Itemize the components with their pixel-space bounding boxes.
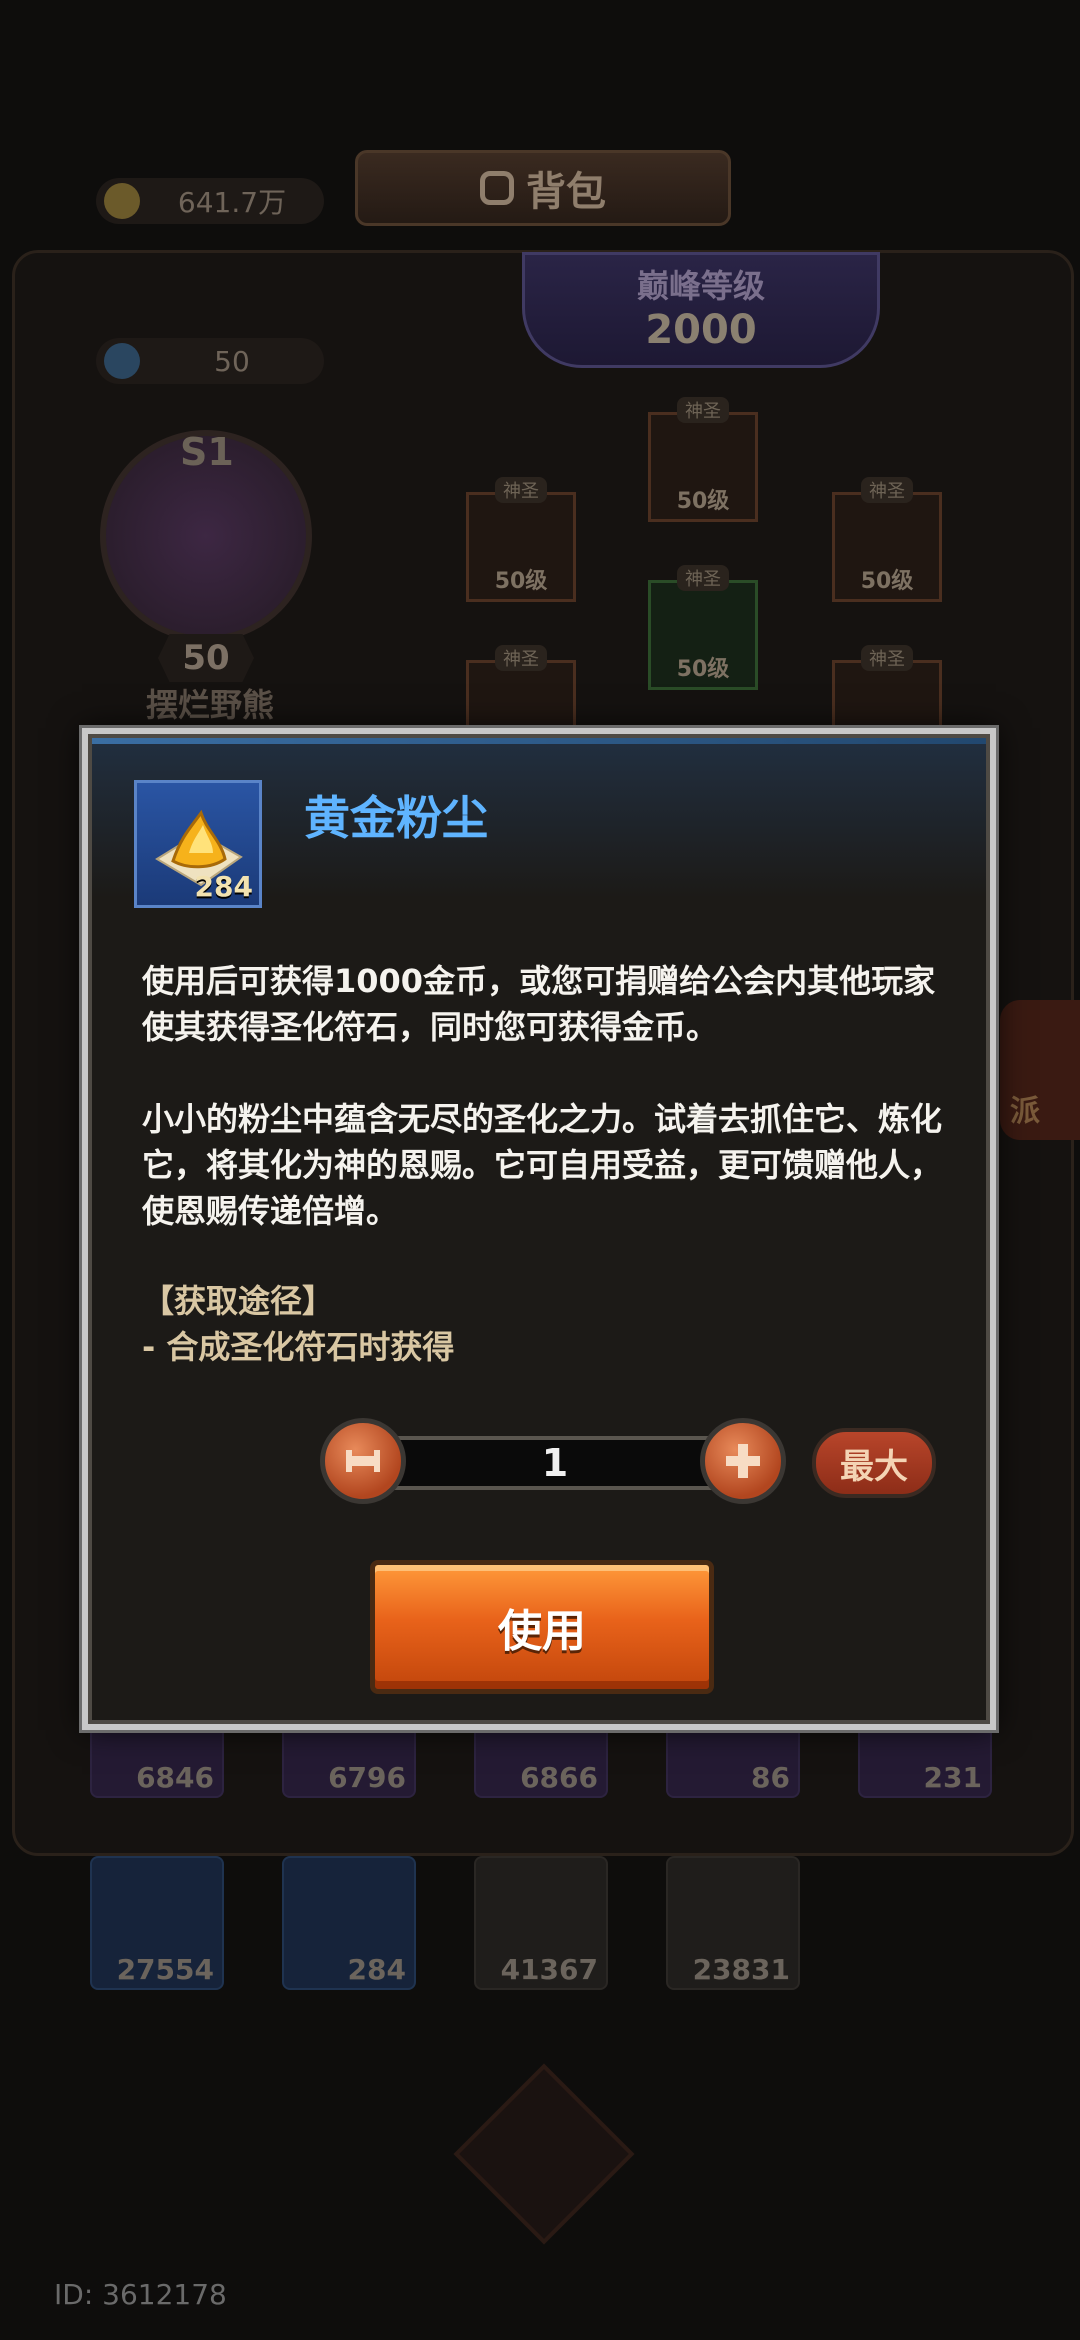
minus-icon (346, 1450, 380, 1472)
slot-level: 50级 (676, 657, 730, 682)
description-paragraph: 小小的粉尘中蕴含无尽的圣化之力。试着去抓住它、炼化它，将其化为神的恩赐。它可自用… (142, 1100, 943, 1230)
acquisition-section: 【获取途径】 - 合成圣化符石时获得 (142, 1278, 454, 1370)
gold-coin-icon (104, 183, 140, 219)
slot-level: 50级 (494, 569, 548, 594)
gem-icon (104, 343, 140, 379)
item-count: 284 (347, 1953, 406, 1986)
item-quantity: 284 (194, 870, 253, 903)
player-name: 摆烂野熊 (145, 686, 274, 724)
equipment-slot[interactable]: 神圣 50级 (648, 565, 758, 690)
faction-tab[interactable]: 派 (1000, 1000, 1080, 1140)
equipment-slot[interactable]: 神圣 50级 (466, 477, 576, 602)
slot-level: 50级 (676, 489, 730, 514)
bag-icon (480, 171, 514, 205)
item-count: 41367 (500, 1953, 598, 1986)
gold-counter: 641.7万 (96, 178, 324, 224)
gem-counter: 50 (96, 338, 324, 384)
gem-value: 50 (214, 344, 250, 378)
decrease-button[interactable] (320, 1418, 406, 1504)
quantity-value[interactable]: 1 (360, 1436, 750, 1490)
slot-level: 50级 (860, 569, 914, 594)
peak-level-value: 2000 (645, 307, 757, 353)
slot-badge: 神圣 (677, 565, 729, 591)
inventory-item[interactable]: 284 (282, 1856, 416, 1990)
item-count: 6796 (328, 1761, 406, 1794)
acquisition-title: 【获取途径】 (142, 1282, 335, 1320)
inventory-item[interactable]: 27554 (90, 1856, 224, 1990)
item-count: 6846 (136, 1761, 214, 1794)
item-icon-frame: 284 (134, 780, 262, 908)
item-count: 231 (923, 1761, 982, 1794)
inventory-title: 背包 (526, 169, 606, 215)
player-level: 50 (158, 634, 254, 682)
item-detail-panel: 284 黄金粉尘 使用后可获得1000金币，或您可捐赠给公会内其他玩家使其获得圣… (88, 734, 990, 1724)
item-name: 黄金粉尘 (304, 791, 488, 845)
item-detail-dialog: 284 黄金粉尘 使用后可获得1000金币，或您可捐赠给公会内其他玩家使其获得圣… (82, 728, 996, 1730)
inventory-title-bar: 背包 (355, 150, 731, 226)
slot-badge: 神圣 (861, 477, 913, 503)
item-count: 27554 (116, 1953, 214, 1986)
description-paragraph: 使用后可获得1000金币，或您可捐赠给公会内其他玩家使其获得圣化符石，同时您可获… (142, 962, 936, 1046)
increase-button[interactable] (700, 1418, 786, 1504)
quantity-stepper: 1 (320, 1418, 786, 1508)
inventory-item[interactable]: 41367 (474, 1856, 608, 1990)
slot-badge: 神圣 (495, 645, 547, 671)
use-button[interactable]: 使用 (370, 1560, 714, 1694)
item-description: 使用后可获得1000金币，或您可捐赠给公会内其他玩家使其获得圣化符石，同时您可获… (142, 958, 962, 1280)
item-count: 23831 (692, 1953, 790, 1986)
max-button[interactable]: 最大 (812, 1428, 936, 1498)
equipment-slot[interactable]: 神圣 50级 (648, 397, 758, 522)
acquisition-line: - 合成圣化符石时获得 (142, 1328, 455, 1366)
slot-badge: 神圣 (677, 397, 729, 423)
faction-label: 派 (1010, 1094, 1040, 1129)
equipment-slot[interactable]: 神圣 50级 (832, 477, 942, 602)
inventory-item[interactable]: 23831 (666, 1856, 800, 1990)
peak-level-label: 巅峰等级 (636, 267, 765, 305)
item-count: 6866 (520, 1761, 598, 1794)
header-accent-line (92, 738, 986, 744)
season-label: S1 (180, 430, 234, 474)
user-id: ID: 3612178 (54, 2278, 227, 2311)
peak-level-banner: 巅峰等级 2000 (522, 252, 880, 368)
item-count: 86 (751, 1761, 790, 1794)
plus-icon (726, 1444, 760, 1478)
gold-value: 641.7万 (177, 186, 287, 219)
crossed-swords-icon[interactable] (453, 2063, 635, 2245)
slot-badge: 神圣 (861, 645, 913, 671)
slot-badge: 神圣 (495, 477, 547, 503)
